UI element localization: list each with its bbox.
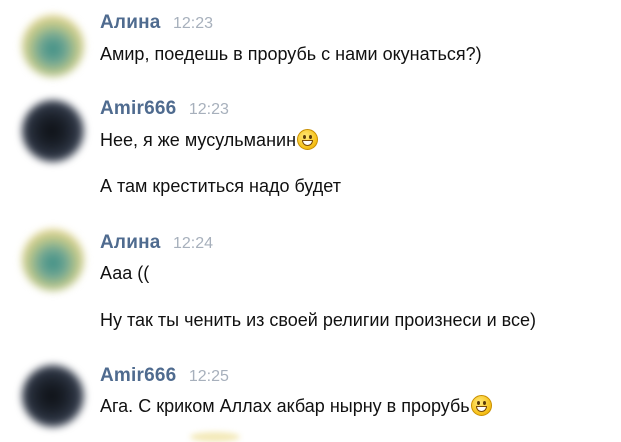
message-header: Алина 12:23 [100,12,213,34]
user-avatar-alina[interactable] [22,229,84,291]
user-avatar-amir[interactable] [22,365,84,427]
message-time[interactable]: 12:24 [173,235,213,252]
grinning-face-emoji-icon [470,395,492,416]
message-text: Ааа (( [100,263,150,283]
message-text-line: Нее, я же мусульманин [100,129,319,151]
message-header: Amir666 12:23 [100,98,229,120]
message-text: А там креститься надо будет [100,176,341,196]
chat-history: Алина 12:23 Амир, поедешь в прорубь с на… [0,0,621,442]
message-text: Амир, поедешь в прорубь с нами окунаться… [100,44,482,64]
message-text: Ну так ты ченить из своей религии произн… [100,310,537,330]
message-text: Ага. С криком Аллах акбар нырну в проруб… [100,396,470,416]
user-avatar-amir[interactable] [22,100,84,162]
grinning-face-emoji-icon [297,129,319,150]
message-time[interactable]: 12:23 [189,101,229,118]
message-text-line: Ага. С криком Аллах акбар нырну в проруб… [100,395,492,417]
message-text: Нее, я же мусульманин [100,130,297,150]
author-name[interactable]: Алина [100,12,161,33]
user-avatar-alina[interactable] [22,15,84,77]
author-name[interactable]: Amir666 [100,365,176,386]
author-name[interactable]: Amir666 [100,98,176,119]
message-time[interactable]: 12:25 [189,368,229,385]
next-message-avatar-edge [190,432,240,442]
author-name[interactable]: Алина [100,232,161,253]
message-header: Алина 12:24 [100,232,213,254]
message-header: Amir666 12:25 [100,365,229,387]
message-time[interactable]: 12:23 [173,15,213,32]
